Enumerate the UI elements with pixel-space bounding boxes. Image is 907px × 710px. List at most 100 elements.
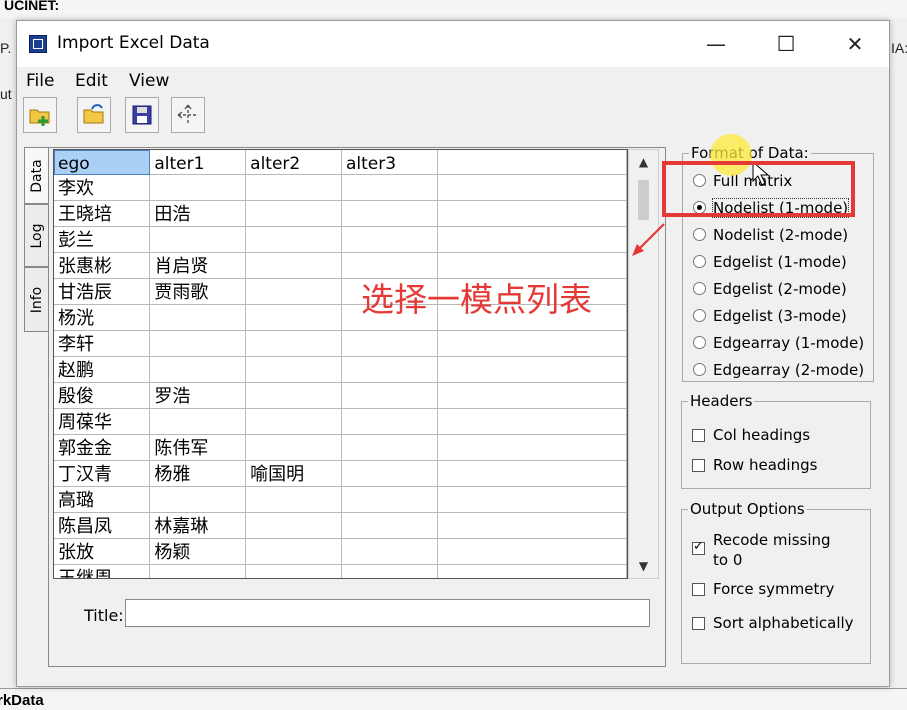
grid-cell[interactable]: 王继周: [54, 564, 151, 578]
grid-cell[interactable]: [245, 382, 342, 409]
grid-cell[interactable]: [341, 564, 438, 578]
grid-cell[interactable]: [149, 564, 247, 578]
format-option-radio[interactable]: Edgearray (1-mode): [693, 334, 864, 352]
sort-alphabetically-checkbox[interactable]: Sort alphabetically: [692, 614, 854, 632]
format-option-radio[interactable]: Edgearray (2-mode): [693, 361, 864, 379]
title-input[interactable]: [125, 599, 650, 627]
grid-cell[interactable]: [437, 174, 627, 201]
grid-cell[interactable]: [341, 174, 438, 201]
grid-header-cell[interactable]: ego: [54, 150, 151, 175]
grid-cell[interactable]: 陈昌凤: [54, 512, 151, 539]
grid-header-cell[interactable]: alter2: [245, 150, 342, 175]
grid-cell[interactable]: [149, 174, 247, 201]
grid-cell[interactable]: [149, 330, 247, 357]
grid-cell[interactable]: 贾雨歌: [149, 278, 247, 305]
grid-cell[interactable]: [437, 512, 627, 539]
grid-cell[interactable]: [245, 330, 342, 357]
format-option-radio[interactable]: Edgelist (2-mode): [693, 280, 847, 298]
grid-cell[interactable]: [437, 382, 627, 409]
menu-view[interactable]: View: [129, 71, 169, 91]
grid-cell[interactable]: [245, 200, 342, 227]
menu-edit[interactable]: Edit: [75, 71, 108, 91]
grid-cell[interactable]: 彭兰: [54, 226, 151, 253]
grid-cell[interactable]: 杨颖: [149, 538, 247, 565]
format-option-radio[interactable]: Nodelist (2-mode): [693, 226, 848, 244]
grid-cell[interactable]: 杨雅: [149, 460, 247, 487]
grid-cell[interactable]: [149, 356, 247, 383]
grid-cell[interactable]: [245, 512, 342, 539]
grid-cell[interactable]: 杨洸: [54, 304, 151, 331]
grid-header-cell[interactable]: alter1: [149, 150, 247, 175]
grid-cell[interactable]: 高璐: [54, 486, 151, 513]
grid-cell[interactable]: 王晓培: [54, 200, 151, 227]
grid-vertical-scrollbar[interactable]: ▲ ▼: [628, 149, 659, 579]
data-grid[interactable]: ego alter1 alter2 alter3 李欢 王晓培 田浩 彭兰 张惠彬 肖启贤 甘浩辰贾…: [53, 149, 628, 579]
grid-cell[interactable]: [341, 330, 438, 357]
grid-cell[interactable]: 张惠彬: [54, 252, 151, 279]
scroll-down-arrow-icon[interactable]: ▼: [629, 554, 658, 578]
menu-file[interactable]: File: [26, 71, 54, 91]
new-button[interactable]: [23, 97, 57, 133]
grid-cell[interactable]: [437, 356, 627, 383]
grid-cell[interactable]: 赵鹏: [54, 356, 151, 383]
grid-cell[interactable]: 殷俊: [54, 382, 151, 409]
grid-cell[interactable]: [437, 330, 627, 357]
grid-cell[interactable]: [245, 564, 342, 578]
grid-cell[interactable]: [341, 512, 438, 539]
grid-cell[interactable]: 李欢: [54, 174, 151, 201]
grid-cell[interactable]: [437, 460, 627, 487]
row-headings-checkbox[interactable]: Row headings: [692, 456, 817, 474]
tab-log[interactable]: Log: [24, 204, 48, 267]
grid-cell[interactable]: [245, 434, 342, 461]
grid-cell[interactable]: 肖启贤: [149, 252, 247, 279]
grid-cell[interactable]: 郭金金: [54, 434, 151, 461]
grid-cell[interactable]: [149, 486, 247, 513]
grid-cell[interactable]: [245, 408, 342, 435]
grid-cell[interactable]: 甘浩辰: [54, 278, 151, 305]
format-option-radio[interactable]: Edgelist (3-mode): [693, 307, 847, 325]
open-button[interactable]: [77, 97, 111, 133]
grid-cell[interactable]: [245, 486, 342, 513]
grid-cell[interactable]: [437, 486, 627, 513]
force-symmetry-checkbox[interactable]: Force symmetry: [692, 580, 834, 598]
col-headings-checkbox[interactable]: Col headings: [692, 426, 810, 444]
close-button[interactable]: ✕: [832, 29, 878, 59]
grid-cell[interactable]: [341, 460, 438, 487]
grid-cell[interactable]: [437, 200, 627, 227]
format-option-radio[interactable]: Edgelist (1-mode): [693, 253, 847, 271]
tab-data[interactable]: Data: [24, 147, 48, 204]
grid-cell[interactable]: [437, 226, 627, 253]
grid-cell[interactable]: [149, 226, 247, 253]
grid-cell[interactable]: 周葆华: [54, 408, 151, 435]
grid-cell[interactable]: [149, 408, 247, 435]
grid-cell[interactable]: [341, 538, 438, 565]
grid-cell[interactable]: 喻国明: [245, 460, 342, 487]
grid-header-cell[interactable]: [437, 150, 627, 175]
grid-cell[interactable]: 丁汉青: [54, 460, 151, 487]
grid-cell[interactable]: [341, 200, 438, 227]
grid-cell[interactable]: 张放: [54, 538, 151, 565]
grid-cell[interactable]: [437, 434, 627, 461]
recode-missing-checkbox[interactable]: Recode missing to 0: [692, 530, 831, 570]
grid-cell[interactable]: [341, 356, 438, 383]
grid-cell[interactable]: [341, 226, 438, 253]
minimize-button[interactable]: —: [693, 29, 739, 59]
grid-cell[interactable]: [437, 408, 627, 435]
grid-cell[interactable]: 林嘉琳: [149, 512, 247, 539]
save-button[interactable]: [125, 97, 159, 133]
grid-cell[interactable]: [341, 382, 438, 409]
grid-cell[interactable]: [341, 434, 438, 461]
maximize-button[interactable]: ☐: [763, 29, 809, 59]
grid-cell[interactable]: 田浩: [149, 200, 247, 227]
grid-cell[interactable]: [245, 356, 342, 383]
title-bar[interactable]: Import Excel Data — ☐ ✕: [17, 21, 889, 67]
grid-cell[interactable]: [149, 304, 247, 331]
scroll-up-arrow-icon[interactable]: ▲: [629, 150, 658, 174]
grid-cell[interactable]: [437, 538, 627, 565]
grid-cell[interactable]: [341, 408, 438, 435]
grid-cell[interactable]: [245, 226, 342, 253]
grid-cell[interactable]: [245, 252, 342, 279]
grid-cell[interactable]: [245, 174, 342, 201]
grid-cell[interactable]: [245, 538, 342, 565]
grid-cell[interactable]: [245, 278, 342, 305]
